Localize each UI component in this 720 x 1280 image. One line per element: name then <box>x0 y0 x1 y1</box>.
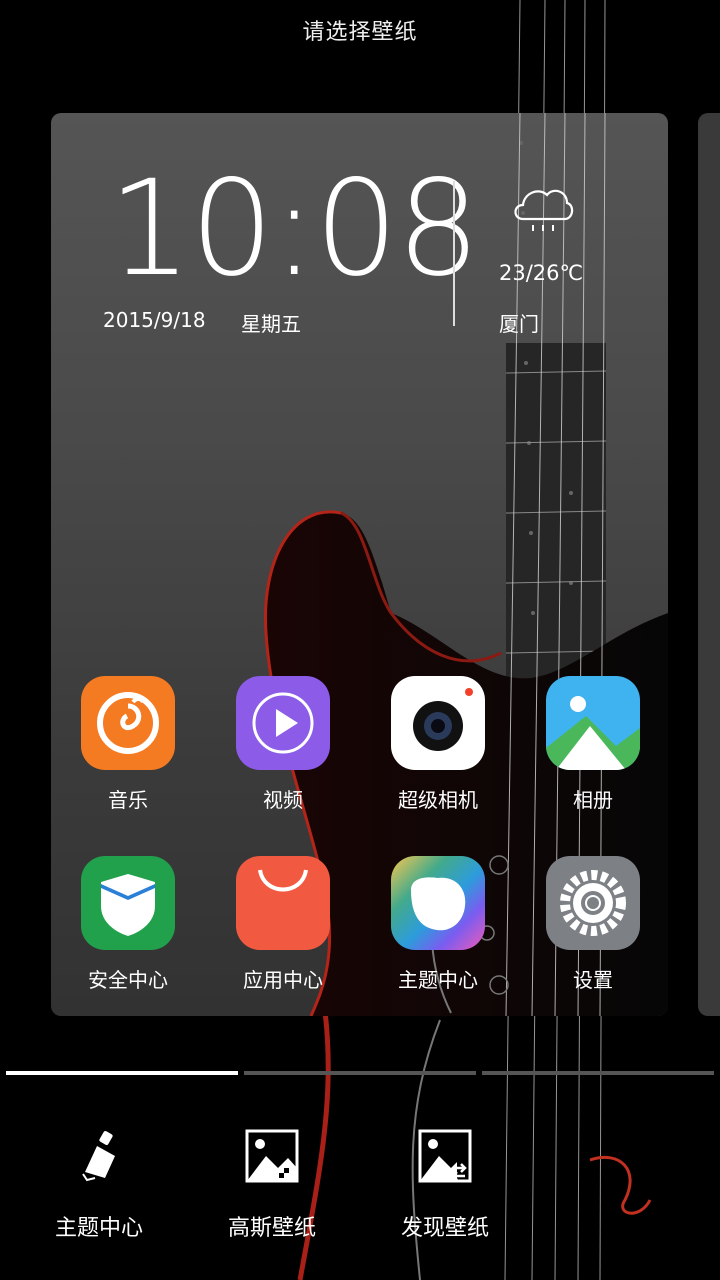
tab-label: 主题中心 <box>54 1216 143 1241</box>
tab-label: 发现壁纸 <box>400 1216 489 1241</box>
tab-indicator-bar <box>6 1071 720 1077</box>
blur-wallpaper-icon <box>245 1129 299 1183</box>
security-shield-icon <box>81 856 175 950</box>
tab-indicator <box>482 1071 714 1075</box>
app-video[interactable]: 视频 <box>228 676 338 813</box>
music-icon <box>81 676 175 770</box>
app-settings[interactable]: 设置 <box>538 856 648 993</box>
app-security[interactable]: 安全中心 <box>73 856 183 993</box>
app-label: 应用中心 <box>243 968 323 992</box>
app-label: 视频 <box>263 788 303 812</box>
next-wallpaper-card[interactable] <box>698 113 720 1016</box>
weather-temperature: 23/26℃ <box>499 261 584 285</box>
app-music[interactable]: 音乐 <box>73 676 183 813</box>
clock-date: 2015/9/18 <box>103 308 206 332</box>
tab-indicator <box>244 1071 476 1075</box>
app-label: 设置 <box>573 968 613 992</box>
discover-wallpaper-icon <box>418 1129 472 1183</box>
app-label: 音乐 <box>108 788 148 812</box>
tab-theme-center[interactable]: 主题中心 <box>24 1128 174 1242</box>
page-title: 请选择壁纸 <box>302 20 418 45</box>
wallpaper-preview-card[interactable]: 10:08 2015/9/18 星期五 23/26℃ 厦门 音乐 视频 超级相机… <box>51 113 668 1016</box>
rain-cloud-icon <box>514 189 574 231</box>
camera-icon <box>391 676 485 770</box>
app-gallery[interactable]: 相册 <box>538 676 648 813</box>
app-label: 相册 <box>573 788 613 812</box>
tab-label: 高斯壁纸 <box>227 1216 316 1241</box>
app-theme-center[interactable]: 主题中心 <box>383 856 493 993</box>
tab-blur-wallpaper[interactable]: 高斯壁纸 <box>197 1128 347 1242</box>
theme-palette-icon <box>391 856 485 950</box>
brush-icon <box>82 1131 115 1182</box>
app-store[interactable]: 应用中心 <box>228 856 338 993</box>
clock-weather-divider <box>453 181 455 326</box>
weather-city: 厦门 <box>499 312 539 336</box>
app-label: 超级相机 <box>398 788 478 812</box>
gear-icon <box>546 856 640 950</box>
video-play-icon <box>236 676 330 770</box>
lockscreen-clock: 10:08 <box>108 152 480 306</box>
shopping-bag-icon <box>236 856 330 950</box>
tab-discover-wallpaper[interactable]: 发现壁纸 <box>370 1128 520 1242</box>
gallery-icon <box>546 676 640 770</box>
clock-weekday: 星期五 <box>241 312 301 336</box>
app-camera[interactable]: 超级相机 <box>383 676 493 813</box>
app-label: 安全中心 <box>88 968 168 992</box>
app-label: 主题中心 <box>398 968 478 992</box>
tab-indicator-active <box>6 1071 238 1075</box>
